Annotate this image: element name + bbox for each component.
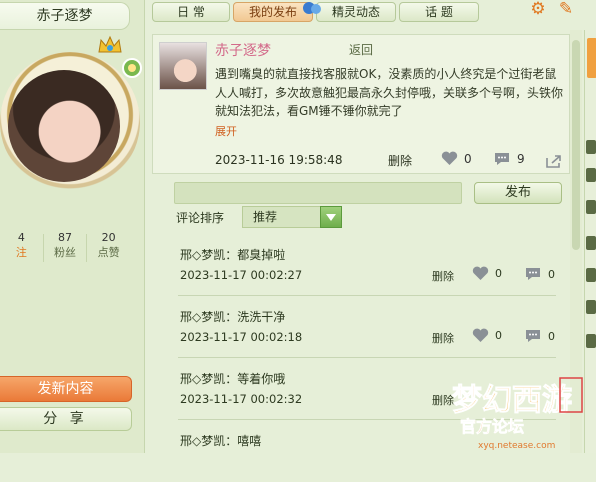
- stat-follow[interactable]: 4 注: [0, 230, 43, 266]
- watermark-url: xyq.netease.com: [478, 441, 555, 451]
- stat-fans-count: 87: [58, 231, 72, 244]
- profile-panel: 赤子逐梦 4 注 87 粉丝 20 点赞 发新内容 分 享: [0, 0, 145, 453]
- back-link[interactable]: 返回: [349, 41, 373, 58]
- stat-likes[interactable]: 20 点赞: [87, 230, 130, 266]
- stat-likes-label: 点赞: [97, 246, 120, 259]
- window-actions: ⚙ ✎: [528, 0, 576, 20]
- post-timestamp: 2023-11-16 19:58:48: [215, 153, 343, 167]
- avatar[interactable]: [8, 70, 120, 182]
- stat-fans-label: 粉丝: [54, 246, 76, 259]
- post-delete-button[interactable]: 删除: [388, 152, 412, 169]
- comment-like-count: 0: [495, 267, 502, 280]
- sort-value: 推荐: [253, 210, 278, 224]
- strip-icon-2[interactable]: [586, 168, 596, 182]
- svg-text:梦幻西游: 梦幻西游: [452, 383, 572, 418]
- comment-reply-count: 0: [548, 267, 555, 281]
- heart-icon: [441, 151, 458, 165]
- comment-text: 邢◇梦凯：嘻嘻: [180, 434, 262, 448]
- post-like-count: 0: [464, 151, 472, 166]
- comment-reply[interactable]: 0: [524, 266, 555, 282]
- heart-icon: [472, 328, 489, 342]
- sort-select[interactable]: 推荐: [242, 206, 342, 228]
- strip-icon-3[interactable]: [586, 200, 596, 214]
- edit-icon[interactable]: ✎: [556, 0, 576, 18]
- comment-delete-button[interactable]: 删除: [432, 330, 454, 346]
- post-card: 赤子逐梦 返回 遇到嘴臭的就直接找客服就OK，没素质的小人终究是个过街老鼠人人喊…: [152, 34, 570, 174]
- comment-like[interactable]: 0: [472, 328, 502, 343]
- comment-reply[interactable]: 0: [524, 328, 555, 344]
- sort-label: 评论排序: [176, 211, 225, 225]
- strip-icon-5[interactable]: [586, 268, 596, 282]
- strip-icon-1[interactable]: [586, 140, 596, 154]
- post-like[interactable]: 0: [441, 151, 472, 166]
- pet-icon[interactable]: [122, 58, 142, 78]
- stat-follow-label: 注: [15, 246, 27, 259]
- heart-icon: [472, 266, 489, 280]
- post-comment[interactable]: 9: [493, 151, 525, 167]
- chevron-down-icon[interactable]: [320, 206, 342, 228]
- new-post-button[interactable]: 发新内容: [0, 376, 132, 402]
- strip-icon-6[interactable]: [586, 300, 596, 314]
- stat-follow-count: 4: [17, 231, 25, 244]
- comment-time: 2023-11-17 00:02:27: [180, 268, 303, 282]
- comment-text: 邢◇梦凯：都臭掉啦: [180, 248, 286, 262]
- publish-button[interactable]: 发布: [474, 182, 562, 204]
- dragon-icon: [303, 2, 321, 14]
- post-author-avatar[interactable]: [159, 42, 207, 90]
- watermark-title: 官方论坛: [460, 417, 524, 436]
- notice-icon[interactable]: [587, 38, 596, 78]
- share-button[interactable]: 分 享: [0, 407, 132, 431]
- tab-daily[interactable]: 日 常: [152, 2, 230, 22]
- tab-spirit-news[interactable]: 精灵动态: [316, 2, 396, 22]
- comment-icon: [526, 330, 540, 342]
- comment-like[interactable]: 0: [472, 266, 502, 281]
- comment-delete-button[interactable]: 删除: [432, 268, 454, 284]
- comment-text: 邢◇梦凯：等着你哦: [180, 372, 286, 386]
- crown-icon: [98, 35, 122, 53]
- comment-time: 2023-11-17 00:02:18: [180, 330, 303, 344]
- scrollbar-thumb[interactable]: [572, 40, 580, 250]
- comment-icon: [526, 268, 540, 280]
- comment-icon: [495, 153, 509, 165]
- strip-icon-4[interactable]: [586, 236, 596, 250]
- comment-like-count: 0: [495, 329, 502, 342]
- comment-item: 邢◇梦凯：都臭掉啦 2023-11-17 00:02:27 删除 0 0: [178, 238, 556, 296]
- expand-link[interactable]: 展开: [215, 123, 237, 139]
- profile-stats: 4 注 87 粉丝 20 点赞: [0, 230, 130, 266]
- reply-input[interactable]: [174, 182, 462, 204]
- comment-item: 邢◇梦凯：洗洗干净 2023-11-17 00:02:18 删除 0 0: [178, 300, 556, 358]
- stat-likes-count: 20: [101, 231, 116, 244]
- post-author-name[interactable]: 赤子逐梦: [215, 40, 271, 60]
- share-icon[interactable]: [545, 153, 563, 169]
- comment-text: 邢◇梦凯：洗洗干净: [180, 310, 286, 324]
- gear-icon[interactable]: ⚙: [528, 0, 548, 18]
- tab-topics[interactable]: 话 题: [399, 2, 479, 22]
- strip-icon-7[interactable]: [586, 334, 596, 348]
- post-comment-count: 9: [517, 152, 525, 166]
- post-body: 遇到嘴臭的就直接找客服就OK，没素质的小人终究是个过街老鼠人人喊打，多次故意触犯…: [215, 67, 564, 118]
- comment-reply-count: 0: [548, 329, 555, 343]
- profile-username: 赤子逐梦: [0, 2, 130, 30]
- site-watermark-logo: 梦幻西游 官方论坛 xyq.netease.com: [452, 377, 583, 451]
- comment-time: 2023-11-17 00:02:32: [180, 392, 303, 406]
- stat-fans[interactable]: 87 粉丝: [44, 230, 87, 266]
